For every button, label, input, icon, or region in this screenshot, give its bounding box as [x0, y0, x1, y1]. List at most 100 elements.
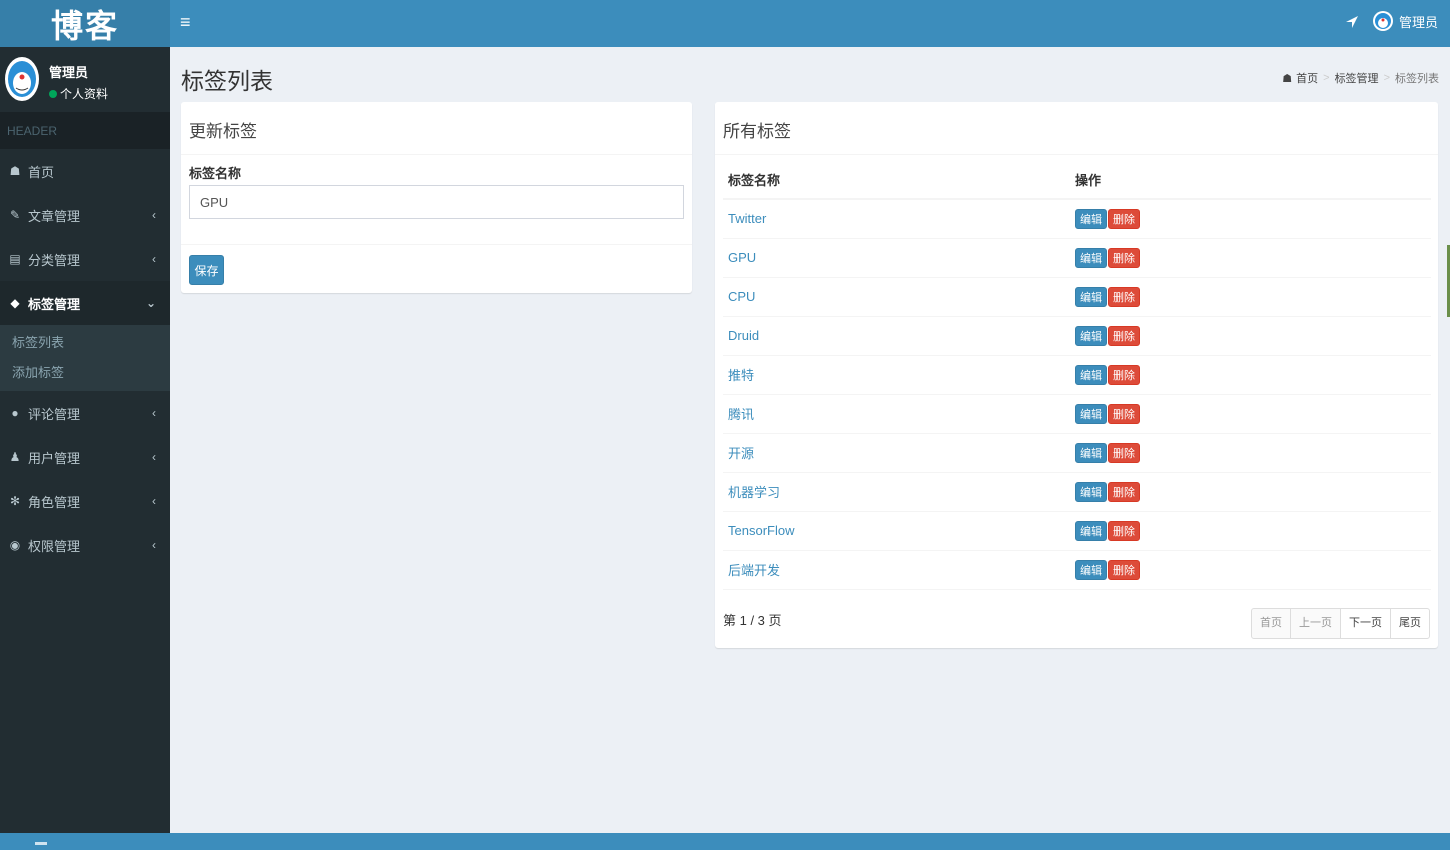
tag-name-input[interactable]: GPU — [189, 185, 684, 219]
column-header-name: 标签名称 — [723, 160, 1070, 200]
table-row: 后端开发 编辑 删除 — [723, 550, 1431, 590]
edit-button[interactable]: 编辑 — [1075, 286, 1107, 307]
tag-name-link[interactable]: GPU — [723, 238, 1070, 278]
tag-name-link[interactable]: 开源 — [723, 433, 1070, 473]
top-navbar: ≡ 管理员 — [170, 0, 1450, 47]
tag-name-link[interactable]: Twitter — [723, 199, 1070, 239]
actions-cell: 编辑 删除 — [1070, 238, 1431, 278]
sidebar-item-permissions[interactable]: ◉ 权限管理 ‹ — [0, 523, 170, 567]
breadcrumb: ☗ 首页 > 标签管理 > 标签列表 — [1282, 70, 1439, 86]
delete-button[interactable]: 删除 — [1108, 364, 1140, 385]
minimize-icon[interactable] — [35, 842, 47, 845]
sidebar-toggle-icon[interactable]: ≡ — [180, 12, 191, 33]
tag-name-link[interactable]: 推特 — [723, 355, 1070, 395]
edit-button[interactable]: 编辑 — [1075, 325, 1107, 346]
edit-button[interactable]: 编辑 — [1075, 559, 1107, 580]
table-row: Twitter 编辑 删除 — [723, 199, 1431, 239]
sidebar-item-users[interactable]: ♟ 用户管理 ‹ — [0, 435, 170, 479]
last-page-button[interactable]: 尾页 — [1390, 608, 1430, 639]
breadcrumb-parent[interactable]: 标签管理 — [1335, 70, 1379, 86]
dashboard-icon: ☗ — [1282, 72, 1293, 85]
edit-button[interactable]: 编辑 — [1075, 247, 1107, 268]
submenu-item-tag-list[interactable]: 标签列表 — [0, 328, 170, 358]
box-title: 更新标签 — [181, 105, 692, 155]
delete-button[interactable]: 删除 — [1108, 403, 1140, 424]
breadcrumb-separator: > — [1383, 72, 1390, 84]
tag-name-link[interactable]: 腾讯 — [723, 394, 1070, 434]
user-menu[interactable]: 管理员 — [1372, 11, 1438, 31]
sidebar-item-articles[interactable]: ✎ 文章管理 ‹ — [0, 193, 170, 237]
tag-name-link[interactable]: 后端开发 — [723, 550, 1070, 590]
sidebar: 管理员 个人资料 HEADER ☗ 首页 ✎ 文章管理 ‹ ▤ 分类管理 ‹ ◆… — [0, 47, 170, 833]
sidebar-item-label: 角色管理 — [28, 494, 81, 510]
sidebar-item-tags[interactable]: ◆ 标签管理 ⌄ — [0, 281, 170, 325]
table-row: 机器学习 编辑 删除 — [723, 472, 1431, 512]
next-page-button[interactable]: 下一页 — [1340, 608, 1391, 639]
save-button[interactable]: 保存 — [189, 255, 224, 285]
chevron-left-icon: ‹ — [152, 208, 156, 222]
sidebar-item-label: 权限管理 — [28, 538, 81, 554]
breadcrumb-home[interactable]: 首页 — [1296, 70, 1318, 86]
delete-button[interactable]: 删除 — [1108, 442, 1140, 463]
tags-table: 标签名称 操作 Twitter 编辑 删除 GPU 编辑 删除 CPU 编辑 删除 D… — [723, 160, 1431, 590]
edit-button[interactable]: 编辑 — [1075, 481, 1107, 502]
sidebar-item-label: 用户管理 — [28, 450, 81, 466]
breadcrumb-separator: > — [1323, 72, 1330, 84]
breadcrumb-current: 标签列表 — [1395, 73, 1439, 85]
prev-page-button[interactable]: 上一页 — [1290, 608, 1341, 639]
avatar — [1372, 11, 1393, 31]
sidebar-item-comments[interactable]: ● 评论管理 ‹ — [0, 391, 170, 435]
table-row: CPU 编辑 删除 — [723, 277, 1431, 317]
first-page-button[interactable]: 首页 — [1251, 608, 1291, 639]
table-row: 开源 编辑 删除 — [723, 433, 1431, 473]
sidebar-item-categories[interactable]: ▤ 分类管理 ‹ — [0, 237, 170, 281]
update-tag-box: 更新标签 标签名称 GPU 保存 — [181, 102, 692, 293]
page-info: 第 1 / 3 页 — [723, 613, 782, 628]
footer-bar — [0, 833, 1450, 850]
actions-cell: 编辑 删除 — [1070, 472, 1431, 512]
tags-submenu: 标签列表 添加标签 — [0, 325, 170, 391]
comment-icon: ● — [11, 406, 19, 420]
user-panel: 管理员 个人资料 — [0, 47, 170, 112]
edit-button[interactable]: 编辑 — [1075, 442, 1107, 463]
edit-button[interactable]: 编辑 — [1075, 364, 1107, 385]
delete-button[interactable]: 删除 — [1108, 520, 1140, 541]
submenu-item-add-tag[interactable]: 添加标签 — [0, 358, 170, 388]
tag-icon: ◆ — [10, 296, 20, 310]
table-header-row: 标签名称 操作 — [723, 160, 1431, 200]
delete-button[interactable]: 删除 — [1108, 208, 1140, 229]
chevron-left-icon: ‹ — [152, 450, 156, 464]
logo[interactable]: 博客 — [0, 0, 170, 47]
edit-button[interactable]: 编辑 — [1075, 403, 1107, 424]
delete-button[interactable]: 删除 — [1108, 559, 1140, 580]
user-status[interactable]: 个人资料 — [49, 85, 108, 102]
dashboard-icon: ☗ — [9, 164, 21, 178]
tag-name-link[interactable]: TensorFlow — [723, 511, 1070, 551]
profile-link[interactable]: 个人资料 — [60, 85, 108, 102]
chevron-down-icon: ⌄ — [145, 296, 156, 310]
sidebar-item-home[interactable]: ☗ 首页 — [0, 149, 170, 193]
tag-name-link[interactable]: 机器学习 — [723, 472, 1070, 512]
tag-name-link[interactable]: Druid — [723, 316, 1070, 356]
tag-name-link[interactable]: CPU — [723, 277, 1070, 317]
table-row: 推特 编辑 删除 — [723, 355, 1431, 395]
actions-cell: 编辑 删除 — [1070, 355, 1431, 395]
chevron-left-icon: ‹ — [152, 406, 156, 420]
user-name: 管理员 — [1398, 14, 1438, 30]
actions-cell: 编辑 删除 — [1070, 394, 1431, 434]
location-arrow-icon[interactable] — [1344, 14, 1360, 30]
sidebar-user-name: 管理员 — [49, 65, 89, 80]
delete-button[interactable]: 删除 — [1108, 325, 1140, 346]
actions-cell: 编辑 删除 — [1070, 277, 1431, 317]
edit-button[interactable]: 编辑 — [1075, 520, 1107, 541]
sidebar-item-roles[interactable]: ✻ 角色管理 ‹ — [0, 479, 170, 523]
sidebar-item-label: 标签管理 — [28, 296, 81, 312]
sidebar-section-header: HEADER — [0, 112, 170, 149]
edit-button[interactable]: 编辑 — [1075, 208, 1107, 229]
table-row: GPU 编辑 删除 — [723, 238, 1431, 278]
delete-button[interactable]: 删除 — [1108, 481, 1140, 502]
actions-cell: 编辑 删除 — [1070, 433, 1431, 473]
column-header-actions: 操作 — [1070, 160, 1431, 200]
delete-button[interactable]: 删除 — [1108, 286, 1140, 307]
delete-button[interactable]: 删除 — [1108, 247, 1140, 268]
